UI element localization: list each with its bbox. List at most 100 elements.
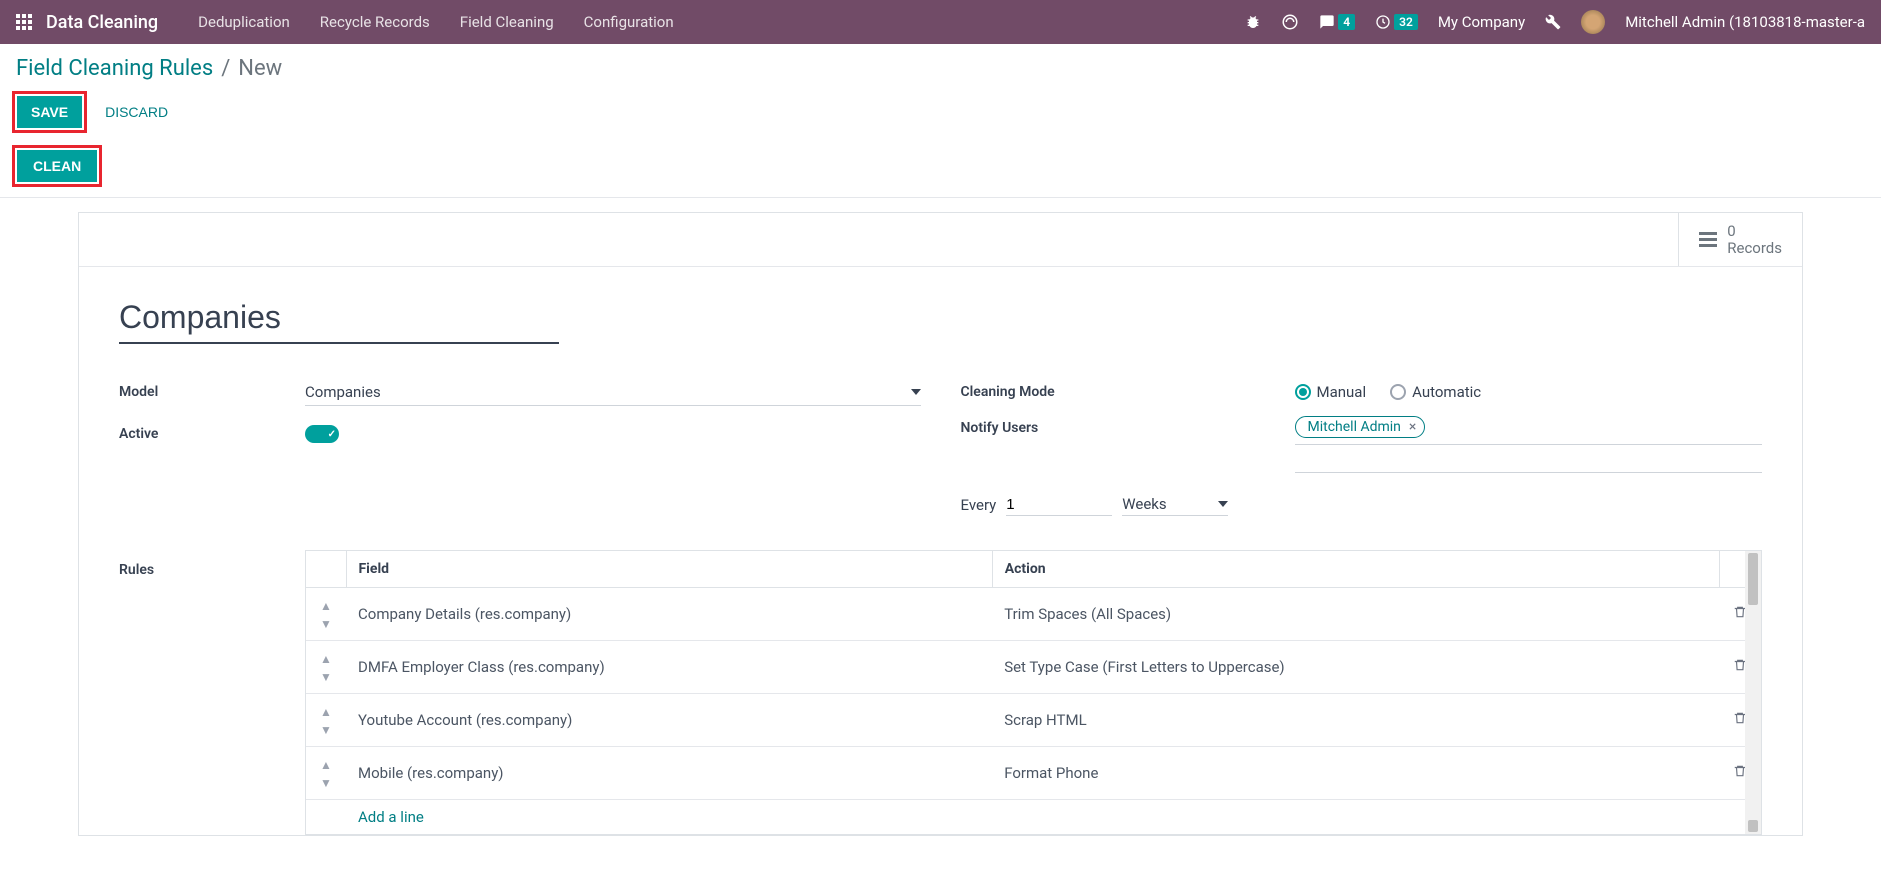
user-menu[interactable]: Mitchell Admin (18103818-master-a	[1625, 13, 1865, 31]
mode-automatic-radio[interactable]: Automatic	[1390, 383, 1481, 401]
nav-field-cleaning[interactable]: Field Cleaning	[460, 13, 554, 31]
tools-icon[interactable]	[1545, 14, 1561, 30]
form-right-col: Cleaning Mode Manual Automatic	[961, 374, 1763, 516]
discard-button[interactable]: DISCARD	[91, 96, 182, 128]
breadcrumb: Field Cleaning Rules / New	[0, 44, 1881, 87]
save-button[interactable]: SAVE	[17, 96, 82, 128]
highlight-save-annotation: SAVE	[12, 91, 87, 133]
records-count: 0	[1727, 223, 1782, 240]
records-stat-button[interactable]: 0 Records	[1678, 213, 1802, 266]
notify-user-tag: Mitchell Admin ×	[1295, 416, 1426, 438]
avatar[interactable]	[1581, 10, 1605, 34]
app-brand[interactable]: Data Cleaning	[46, 12, 158, 33]
rules-header-action[interactable]: Action	[992, 551, 1719, 588]
top-navbar: Data Cleaning Deduplication Recycle Reco…	[0, 0, 1881, 44]
mode-automatic-label: Automatic	[1412, 383, 1481, 401]
drag-handle-icon[interactable]: ▲▼	[320, 599, 332, 631]
messages-badge: 4	[1338, 14, 1355, 30]
breadcrumb-parent[interactable]: Field Cleaning Rules	[16, 56, 213, 81]
table-row[interactable]: ▲▼ Company Details (res.company)Trim Spac…	[306, 588, 1761, 641]
clean-button[interactable]: CLEAN	[17, 150, 97, 182]
notify-users-tags[interactable]: Mitchell Admin ×	[1295, 416, 1763, 445]
interval-unit-select[interactable]: Weeks	[1122, 493, 1228, 516]
nav-menu: Deduplication Recycle Records Field Clea…	[198, 13, 673, 31]
rules-section: Rules Field Action ▲▼ Company Details (re…	[119, 550, 1762, 835]
mode-manual-radio[interactable]: Manual	[1295, 383, 1367, 401]
rule-action-cell[interactable]: Scrap HTML	[992, 694, 1719, 747]
rule-action-cell[interactable]: Set Type Case (First Letters to Uppercas…	[992, 641, 1719, 694]
drag-handle-icon[interactable]: ▲▼	[320, 652, 332, 684]
model-label: Model	[119, 384, 305, 400]
model-select[interactable]: Companies	[305, 379, 921, 406]
company-selector[interactable]: My Company	[1438, 13, 1525, 31]
support-icon[interactable]	[1281, 13, 1299, 31]
form-left-col: Model Companies Active	[119, 374, 921, 516]
table-row[interactable]: ▲▼ DMFA Employer Class (res.company)Set T…	[306, 641, 1761, 694]
add-line-link[interactable]: Add a line	[358, 808, 424, 826]
active-toggle[interactable]	[305, 425, 339, 443]
interval-every-label: Every	[961, 496, 997, 514]
add-line-row: Add a line	[306, 800, 1761, 835]
active-field-row: Active	[119, 416, 921, 452]
notify-user-tag-label: Mitchell Admin	[1308, 419, 1401, 435]
rules-table: Field Action ▲▼ Company Details (res.comp…	[305, 550, 1762, 835]
interval-number-input[interactable]	[1006, 494, 1112, 516]
records-count-block: 0 Records	[1727, 223, 1782, 256]
rule-name-input[interactable]	[119, 297, 559, 344]
model-field-row: Model Companies	[119, 374, 921, 410]
cleaning-mode-radio-group: Manual Automatic	[1295, 383, 1482, 401]
rule-action-cell[interactable]: Trim Spaces (All Spaces)	[992, 588, 1719, 641]
notify-users-row: Notify Users Mitchell Admin ×	[961, 416, 1763, 473]
table-row[interactable]: ▲▼ Youtube Account (res.company)Scrap HTM…	[306, 694, 1761, 747]
form-body: Model Companies Active	[79, 267, 1802, 835]
form-grid: Model Companies Active	[119, 374, 1762, 516]
rule-field-cell[interactable]: Mobile (res.company)	[346, 747, 992, 800]
cleaning-mode-label: Cleaning Mode	[961, 384, 1295, 400]
nav-deduplication[interactable]: Deduplication	[198, 13, 290, 31]
activities-badge: 32	[1394, 14, 1418, 30]
records-label: Records	[1727, 240, 1782, 257]
rule-action-cell[interactable]: Format Phone	[992, 747, 1719, 800]
rules-header-field[interactable]: Field	[346, 551, 992, 588]
interval-row: Every Weeks	[961, 493, 1763, 516]
nav-left: Data Cleaning Deduplication Recycle Reco…	[16, 12, 674, 33]
secondary-actions: CLEAN	[0, 139, 1881, 198]
form-wrap: 0 Records Model Companies	[0, 198, 1881, 836]
highlight-clean-annotation: CLEAN	[12, 145, 102, 187]
radio-unchecked-icon	[1390, 384, 1406, 400]
breadcrumb-current: New	[238, 56, 282, 81]
drag-handle-icon[interactable]: ▲▼	[320, 758, 332, 790]
model-value: Companies	[305, 383, 381, 401]
rules-header-handle	[306, 551, 346, 588]
tag-remove-icon[interactable]: ×	[1409, 419, 1416, 435]
radio-checked-icon	[1295, 384, 1311, 400]
apps-icon[interactable]	[16, 14, 32, 30]
chevron-down-icon	[911, 389, 921, 395]
rules-label: Rules	[119, 550, 305, 835]
primary-actions: SAVE DISCARD	[0, 87, 1881, 139]
table-row[interactable]: ▲▼ Mobile (res.company)Format Phone	[306, 747, 1761, 800]
debug-icon[interactable]	[1245, 14, 1261, 30]
notify-users-extra-input[interactable]	[1295, 451, 1763, 473]
notify-users-label: Notify Users	[961, 416, 1295, 436]
cleaning-mode-row: Cleaning Mode Manual Automatic	[961, 374, 1763, 410]
nav-right: 4 32 My Company Mitchell Admin (18103818…	[1245, 10, 1865, 34]
mode-manual-label: Manual	[1317, 383, 1367, 401]
form-card: 0 Records Model Companies	[78, 212, 1803, 836]
rules-scrollbar[interactable]	[1745, 551, 1761, 834]
stat-bar: 0 Records	[79, 213, 1802, 267]
nav-recycle-records[interactable]: Recycle Records	[320, 13, 430, 31]
active-label: Active	[119, 426, 305, 442]
list-icon	[1699, 232, 1717, 247]
nav-configuration[interactable]: Configuration	[584, 13, 674, 31]
chevron-down-icon	[1218, 501, 1228, 507]
messaging-icon[interactable]: 4	[1319, 14, 1355, 30]
rule-field-cell[interactable]: DMFA Employer Class (res.company)	[346, 641, 992, 694]
activities-icon[interactable]: 32	[1375, 14, 1418, 30]
breadcrumb-separator: /	[221, 56, 230, 81]
rules-header-row: Field Action	[306, 551, 1761, 588]
drag-handle-icon[interactable]: ▲▼	[320, 705, 332, 737]
rule-field-cell[interactable]: Youtube Account (res.company)	[346, 694, 992, 747]
rule-field-cell[interactable]: Company Details (res.company)	[346, 588, 992, 641]
interval-unit-value: Weeks	[1122, 495, 1166, 513]
